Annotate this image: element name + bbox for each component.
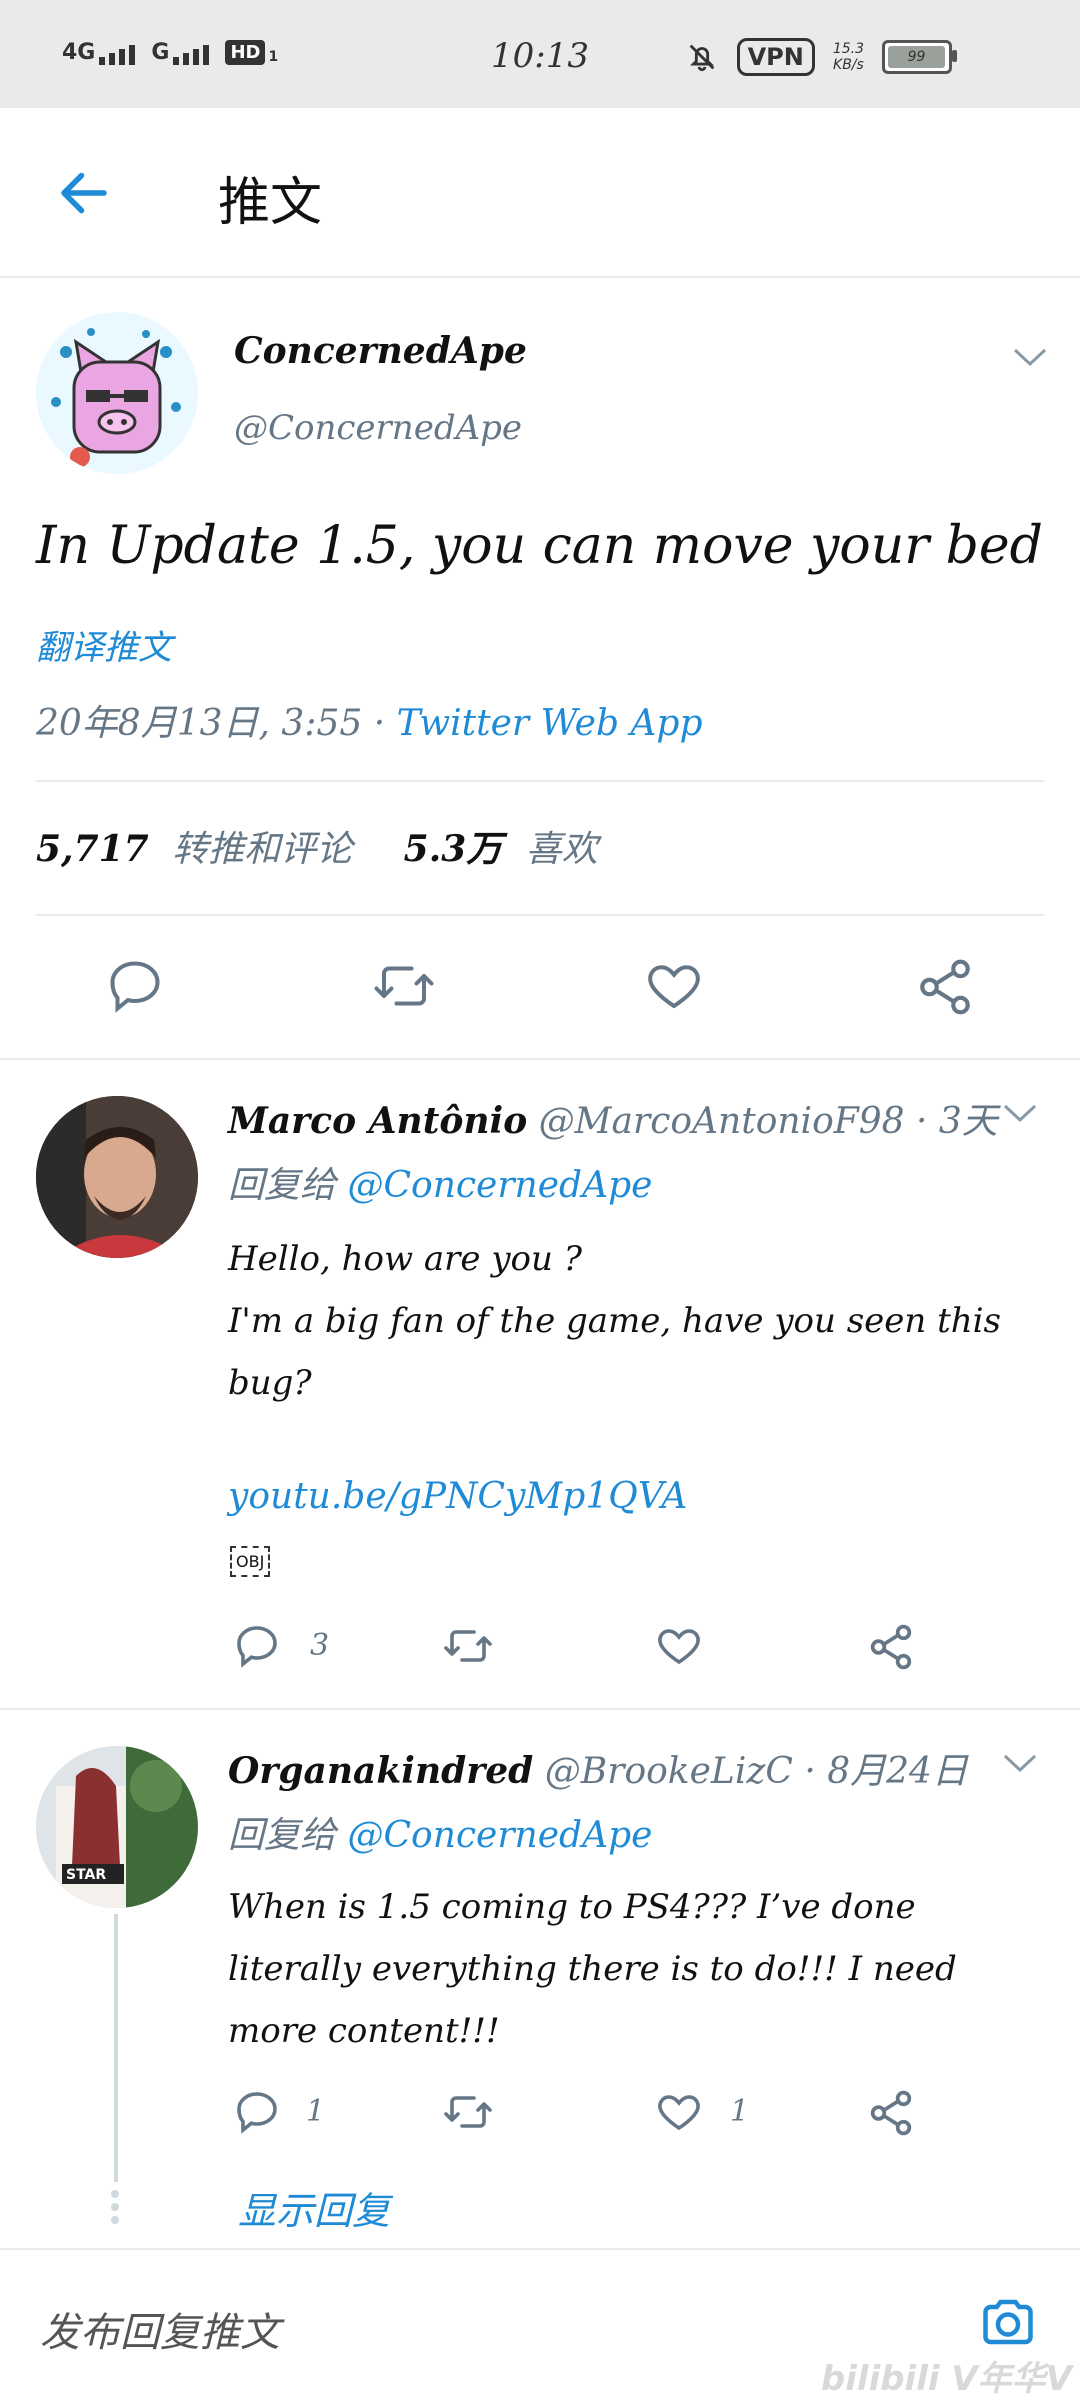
speed-unit: KB/s: [833, 57, 864, 73]
like-heart-icon[interactable]: [654, 2088, 704, 2136]
reply-count: 3: [310, 1628, 330, 1663]
tweet-date: 20年8月13日, 3:55: [36, 703, 363, 744]
battery-icon: 99: [882, 40, 957, 74]
tweet-text: In Update 1.5, you can move your bed: [36, 516, 1043, 576]
chevron-down-icon[interactable]: [1002, 1752, 1038, 1774]
reply-time: · 8月24日: [804, 1751, 968, 1792]
thread-dots: [111, 2190, 121, 2224]
avatar[interactable]: [36, 1096, 198, 1258]
reply-text: When is 1.5 coming to PS4??? I’ve done l…: [228, 1876, 957, 2062]
tweet-source-link[interactable]: Twitter Web App: [397, 703, 703, 744]
replying-to: 回复给 @ConcernedApe: [228, 1806, 652, 1858]
top-app-bar: 推文: [0, 108, 1080, 278]
youtube-link[interactable]: youtu.be/gPNCyMp1QVA: [228, 1476, 687, 1517]
chevron-down-icon[interactable]: [1012, 346, 1048, 368]
page-title: 推文: [218, 173, 323, 233]
avatar[interactable]: STAR: [36, 1746, 198, 1908]
watermark: bilibili V年华V: [820, 2359, 1072, 2399]
user-handle[interactable]: @BrookeLizC: [545, 1751, 793, 1792]
reply-time: · 3天: [915, 1101, 998, 1142]
replying-to: 回复给 @ConcernedApe: [228, 1156, 652, 1208]
reply-count: 1: [306, 2094, 326, 2129]
reply-line: literally everything there is to do!!! I…: [228, 1949, 957, 1989]
section-divider: [0, 1058, 1080, 1060]
retweet-icon[interactable]: [440, 2088, 496, 2136]
retweets-label[interactable]: 转推和评论: [172, 829, 352, 870]
retweets-count[interactable]: 5,717: [36, 828, 149, 870]
camera-icon[interactable]: [976, 2292, 1040, 2352]
share-icon[interactable]: [866, 2088, 916, 2138]
reply-line: When is 1.5 coming to PS4??? I’ve done: [228, 1887, 916, 1927]
reply-prefix: 回复给: [228, 1165, 337, 1206]
divider: [36, 914, 1044, 916]
user-photo-avatar-icon: [36, 1096, 198, 1258]
retweet-icon[interactable]: [370, 956, 438, 1016]
chevron-down-icon[interactable]: [1002, 1102, 1038, 1124]
display-name[interactable]: Marco Antônio: [228, 1100, 527, 1142]
reply-compose-bar[interactable]: 发布回复推文 bilibili V年华V: [0, 2248, 1080, 2402]
vpn-badge: VPN: [736, 38, 815, 76]
reply-line: I'm a big fan of the game, have you seen…: [228, 1301, 1002, 1341]
mute-bell-icon: [689, 44, 714, 72]
svg-text:STAR: STAR: [66, 1867, 106, 1883]
translate-tweet-link[interactable]: 翻译推文: [36, 620, 172, 669]
status-right: VPN 15.3 KB/s 99: [685, 38, 957, 76]
user-handle[interactable]: @ConcernedApe: [234, 408, 522, 448]
show-replies-link[interactable]: 显示回复: [238, 2180, 390, 2235]
user-photo-avatar-icon: STAR: [36, 1746, 198, 1908]
reply-line: bug?: [228, 1363, 312, 1403]
retweet-icon[interactable]: [440, 1622, 496, 1670]
object-placeholder: OBJ: [230, 1546, 271, 1577]
reply-icon[interactable]: [232, 1622, 282, 1670]
user-handle[interactable]: @MarcoAntonioF98: [539, 1101, 905, 1142]
reply-icon[interactable]: [104, 956, 166, 1016]
compose-placeholder[interactable]: 发布回复推文: [40, 2300, 280, 2358]
display-name[interactable]: ConcernedApe: [234, 330, 527, 372]
reply-prefix: 回复给: [228, 1815, 337, 1856]
like-heart-icon[interactable]: [654, 1622, 704, 1670]
mention-link[interactable]: @ConcernedApe: [347, 1165, 652, 1206]
section-divider: [0, 1708, 1080, 1710]
mention-link[interactable]: @ConcernedApe: [347, 1815, 652, 1856]
reply-line: more content!!!: [228, 2011, 500, 2051]
reply-text: Hello, how are you ? I'm a big fan of th…: [228, 1228, 1001, 1414]
battery-level: 99: [888, 46, 945, 68]
reply-icon[interactable]: [232, 2088, 282, 2136]
meta-separator: ·: [373, 703, 386, 744]
thread-line: [114, 1914, 118, 2182]
share-icon[interactable]: [914, 956, 976, 1018]
display-name[interactable]: Organakindred: [228, 1750, 533, 1792]
reply-line: Hello, how are you ?: [228, 1239, 582, 1279]
share-icon[interactable]: [866, 1622, 916, 1672]
likes-label[interactable]: 喜欢: [526, 829, 598, 870]
pixel-pig-avatar-icon: [36, 312, 198, 474]
status-bar: 4G G HD 1 10:13 VPN 15.3 KB/s 99: [0, 0, 1080, 108]
tweet-meta: 20年8月13日, 3:55 · Twitter Web App: [36, 694, 703, 746]
reply-header: Marco Antônio @MarcoAntonioF98 · 3天: [228, 1092, 998, 1144]
network-speed: 15.3 KB/s: [833, 41, 864, 73]
speed-value: 15.3: [832, 41, 864, 57]
divider: [36, 780, 1044, 782]
back-arrow-icon[interactable]: [54, 163, 114, 223]
like-count: 1: [730, 2094, 750, 2129]
avatar[interactable]: [36, 312, 198, 474]
like-heart-icon[interactable]: [642, 956, 706, 1016]
likes-count[interactable]: 5.3万: [404, 828, 503, 870]
tweet-stats: 5,717 转推和评论 5.3万 喜欢: [36, 820, 598, 872]
reply-header: Organakindred @BrookeLizC · 8月24日: [228, 1742, 968, 1794]
